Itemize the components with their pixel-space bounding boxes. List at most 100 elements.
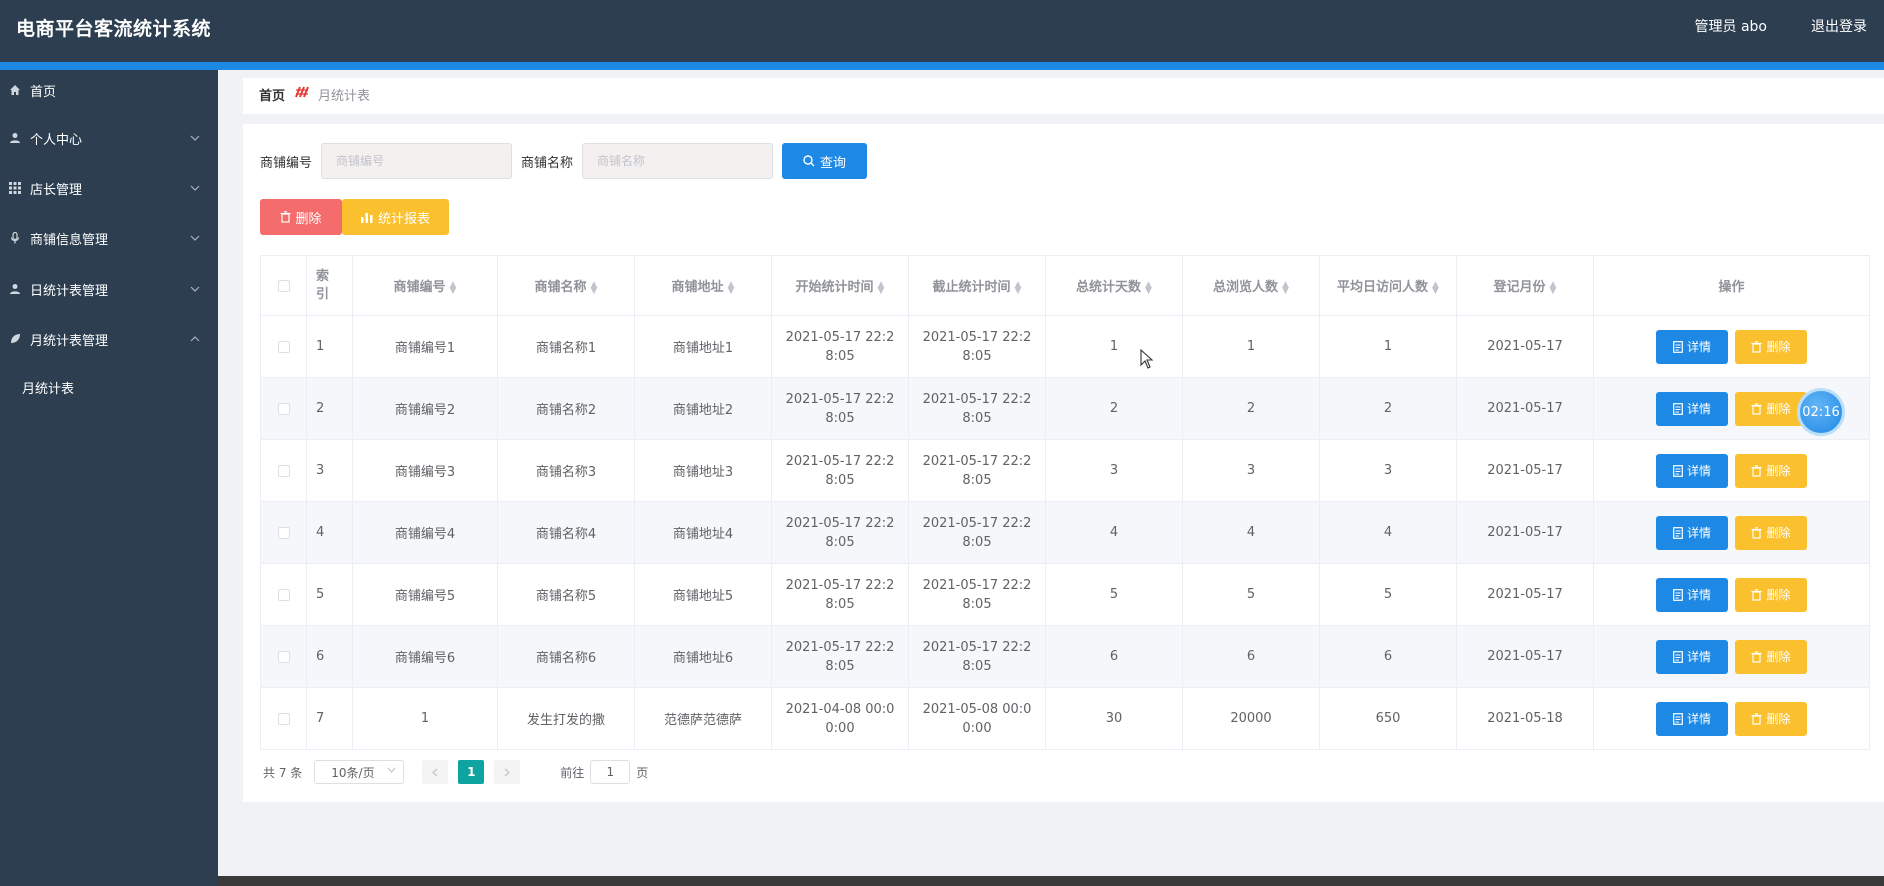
detail-button[interactable]: 详情 [1656, 453, 1728, 488]
delete-button[interactable]: 删除 [1735, 329, 1807, 364]
sidebar-item-daily-stats[interactable]: 日统计表管理 [0, 269, 218, 309]
sidebar-subitem-monthly-table[interactable]: 月统计表 [22, 378, 74, 397]
actions-cell: 详情 删除 [1593, 625, 1870, 688]
row-checkbox[interactable] [260, 377, 307, 440]
avg-daily-cell: 650 [1319, 687, 1457, 750]
query-button[interactable]: 查询 [782, 143, 867, 179]
delete-button[interactable]: 删除 [1735, 639, 1807, 674]
sort-icon: ▲ ▼ [727, 279, 735, 296]
column-header-shop-name[interactable]: 商铺名称 ▲ ▼ [497, 255, 635, 316]
total-views-cell: 2 [1182, 377, 1320, 440]
detail-button-label: 详情 [1686, 402, 1711, 416]
column-header-month[interactable]: 登记月份 ▲ ▼ [1456, 255, 1594, 316]
shop-no-label: 商铺编号 [260, 156, 313, 171]
column-header-total-days[interactable]: 总统计天数 ▲ ▼ [1045, 255, 1183, 316]
checkbox-icon [277, 402, 290, 415]
goto-page-input[interactable] [590, 760, 631, 784]
detail-button-label: 详情 [1686, 712, 1711, 726]
index-cell: 7 [306, 687, 353, 750]
chevron-down-icon [190, 131, 200, 146]
column-header-end-time[interactable]: 截止统计时间 ▲ ▼ [908, 255, 1046, 316]
document-icon [1673, 402, 1683, 415]
sidebar-item-monthly-stats[interactable]: 月统计表管理 [0, 319, 218, 359]
sidebar-item-manager[interactable]: 店长管理 [0, 168, 218, 208]
row-checkbox[interactable] [260, 315, 307, 378]
address-cell: 商铺地址2 [634, 377, 772, 440]
home-icon [8, 83, 22, 97]
breadcrumb-home[interactable]: 首页 [259, 85, 285, 104]
column-header-avg-daily[interactable]: 平均日访问人数 ▲ ▼ [1319, 255, 1457, 316]
detail-button[interactable]: 详情 [1656, 701, 1728, 736]
actions-cell: 详情 删除 [1593, 315, 1870, 378]
sidebar-item-label: 日统计表管理 [30, 283, 109, 299]
column-header-start-time[interactable]: 开始统计时间 ▲ ▼ [771, 255, 909, 316]
table-row: 2 商铺编号2 商铺名称2 商铺地址2 2021-05-17 22:28:05 2021-… [260, 377, 1870, 440]
column-header-total-views[interactable]: 总浏览人数 ▲ ▼ [1182, 255, 1320, 316]
column-header-shop-no[interactable]: 商铺编号 ▲ ▼ [352, 255, 498, 316]
goto-label: 前往 [560, 765, 585, 780]
select-all-checkbox[interactable] [260, 255, 307, 316]
trash-icon [280, 211, 291, 223]
row-checkbox[interactable] [260, 563, 307, 626]
delete-button[interactable]: 删除 [1735, 701, 1807, 736]
shop-name-input[interactable] [582, 143, 773, 179]
detail-button[interactable]: 详情 [1656, 391, 1728, 426]
row-checkbox[interactable] [260, 625, 307, 688]
address-cell: 范德萨范德萨 [634, 687, 772, 750]
logout-link[interactable]: 退出登录 [1811, 16, 1867, 36]
column-header-label: 登记月份 [1493, 280, 1546, 295]
column-header-actions: 操作 [1593, 255, 1870, 316]
delete-button[interactable]: 删除 [1735, 453, 1807, 488]
mic-icon [8, 231, 22, 245]
table-row: 6 商铺编号6 商铺名称6 商铺地址6 2021-05-17 22:28:05 2021-… [260, 625, 1870, 688]
column-header-address[interactable]: 商铺地址 ▲ ▼ [634, 255, 772, 316]
end-time-cell: 2021-05-08 00:00:00 [908, 687, 1046, 750]
delete-button-label: 删除 [1766, 402, 1791, 416]
breadcrumb-current: 月统计表 [318, 89, 371, 104]
start-time-cell: 2021-05-17 22:28:05 [771, 563, 909, 626]
next-page-button[interactable] [494, 760, 521, 784]
shop-name-cell: 商铺名称5 [497, 563, 635, 626]
sidebar-item-label: 个人中心 [30, 132, 83, 148]
detail-button[interactable]: 详情 [1656, 639, 1728, 674]
prev-page-button[interactable] [422, 760, 449, 784]
breadcrumb-separator-icon [293, 83, 311, 101]
chevron-up-icon [190, 332, 200, 347]
delete-button-label: 删除 [1766, 464, 1791, 478]
page-size-select[interactable]: 10条/页 [314, 760, 405, 784]
address-cell: 商铺地址4 [634, 501, 772, 564]
sort-icon: ▲ ▼ [1432, 279, 1439, 296]
row-checkbox[interactable] [260, 439, 307, 502]
page-number-current[interactable]: 1 [458, 760, 485, 784]
delete-button[interactable]: 删除 [1735, 515, 1807, 550]
detail-button[interactable]: 详情 [1656, 577, 1728, 612]
avg-daily-cell: 3 [1319, 439, 1457, 502]
detail-button-label: 详情 [1686, 650, 1711, 664]
start-time-cell: 2021-05-17 22:28:05 [771, 377, 909, 440]
detail-button[interactable]: 详情 [1656, 515, 1728, 550]
shop-no-input[interactable] [321, 143, 512, 179]
row-checkbox[interactable] [260, 687, 307, 750]
bulk-delete-button[interactable]: 删除 [260, 199, 342, 235]
column-header-label: 总统计天数 [1076, 280, 1142, 295]
total-days-cell: 3 [1045, 439, 1183, 502]
timer-badge[interactable]: 02:16 [1797, 388, 1845, 436]
detail-button[interactable]: 详情 [1656, 329, 1728, 364]
table-row: 1 商铺编号1 商铺名称1 商铺地址1 2021-05-17 22:28:05 2021-… [260, 315, 1870, 378]
month-cell: 2021-05-17 [1456, 439, 1594, 502]
top-header: 电商平台客流统计系统 管理员 abo 退出登录 [0, 0, 1884, 62]
shop-name-cell: 商铺名称3 [497, 439, 635, 502]
trash-icon [1751, 402, 1762, 415]
row-checkbox[interactable] [260, 501, 307, 564]
sidebar-item-home[interactable]: 首页 [0, 70, 218, 110]
start-time-cell: 2021-04-08 00:00:00 [771, 687, 909, 750]
sidebar-item-personal-center[interactable]: 个人中心 [0, 118, 218, 158]
sidebar-item-label: 首页 [30, 84, 57, 100]
total-days-cell: 5 [1045, 563, 1183, 626]
sidebar-item-shop-info[interactable]: 商铺信息管理 [0, 218, 218, 258]
delete-button[interactable]: 删除 [1735, 577, 1807, 612]
actions-cell: 详情 删除 [1593, 563, 1870, 626]
sidebar: 首页 个人中心 店长管理 商铺信息管理 日统计表管理 月统计表管理 月统计表 [0, 70, 218, 886]
index-cell: 1 [306, 315, 353, 378]
stats-report-button[interactable]: 统计报表 [342, 199, 449, 235]
